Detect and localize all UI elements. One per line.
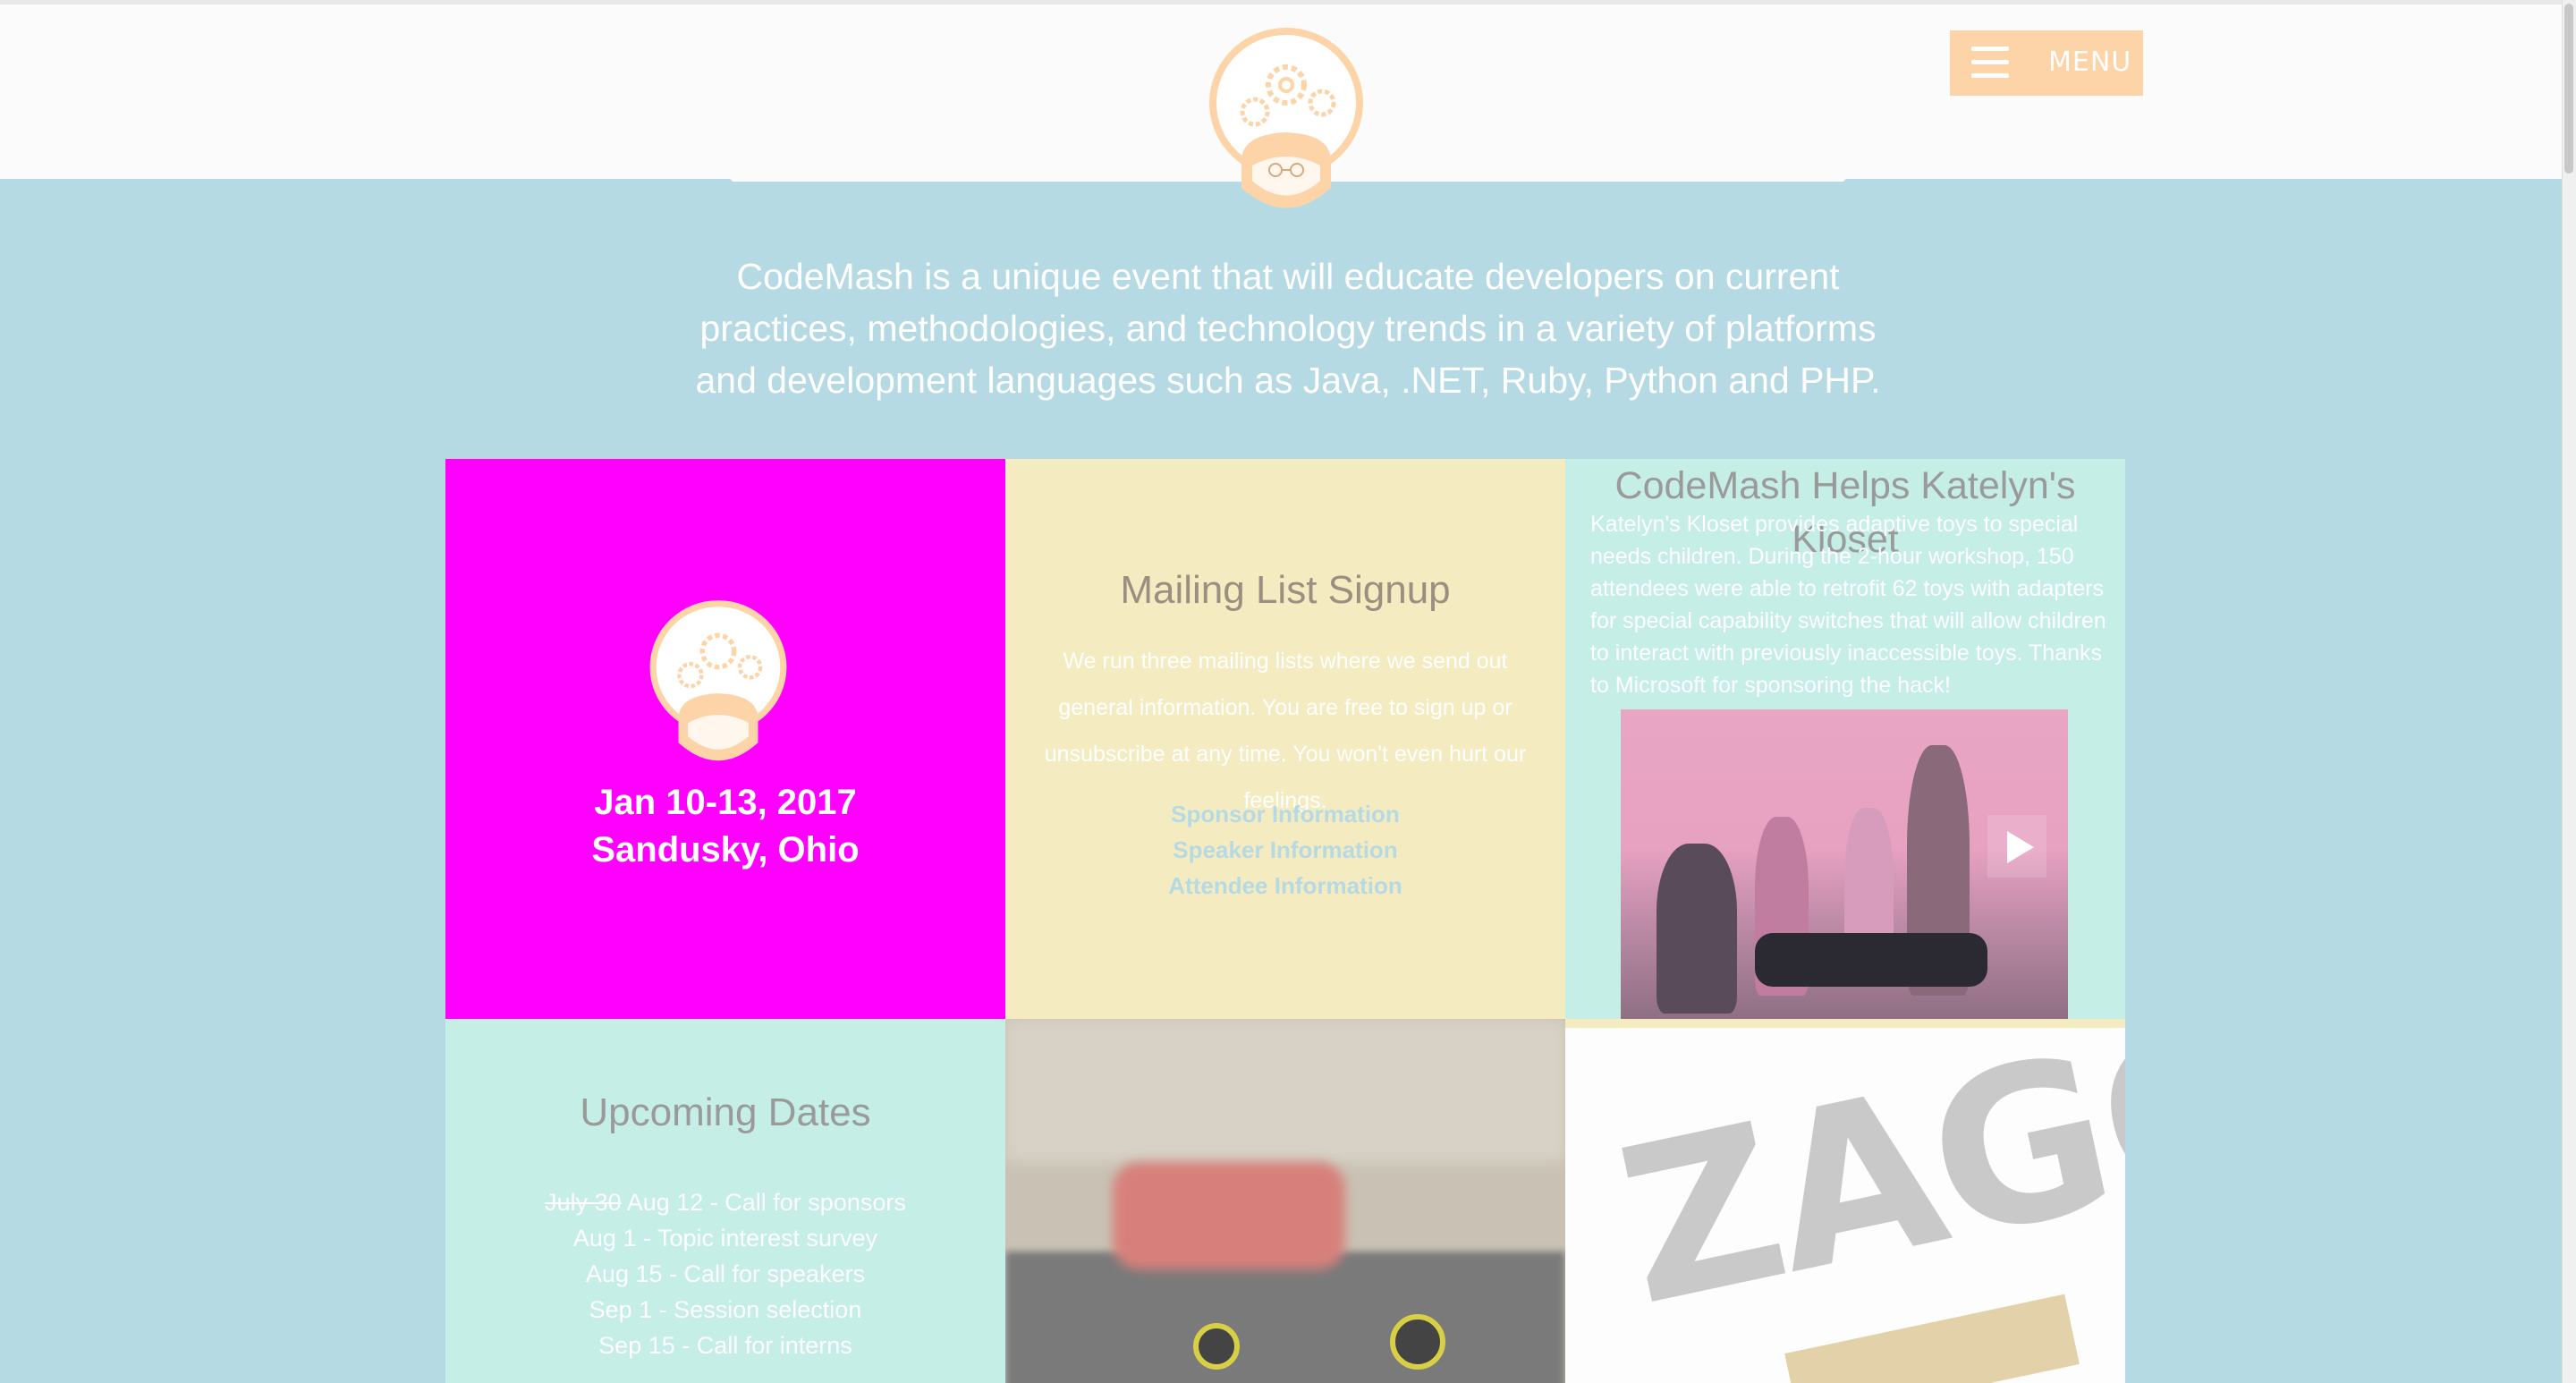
codemash-logo[interactable] <box>1206 27 1367 224</box>
menu-label: MENU <box>2048 47 2132 78</box>
upcoming-item: Sep 1 - Session selection <box>589 1296 862 1323</box>
scrollbar[interactable] <box>2562 0 2576 1383</box>
intro-text: CodeMash is a unique event that will edu… <box>695 256 1881 401</box>
speaker-info-link[interactable]: Speaker Information <box>1005 832 1565 868</box>
robot-wheel <box>1193 1323 1240 1370</box>
mailing-list-tile: Mailing List Signup We run three mailing… <box>1005 459 1565 1019</box>
attendee-info-link[interactable]: Attendee Information <box>1005 868 1565 904</box>
mailing-title: Mailing List Signup <box>1120 568 1451 612</box>
news-video[interactable] <box>1621 709 2068 1019</box>
upcoming-dates-tile: Upcoming Dates July 30 Aug 12 - Call for… <box>445 1019 1005 1383</box>
upcoming-item: Aug 1 - Topic interest survey <box>572 1225 878 1251</box>
scrollbar-thumb[interactable] <box>2564 4 2573 174</box>
news-bottom-bar <box>1565 1019 2125 1028</box>
upcoming-item: Sep 15 - Call for interns <box>598 1332 852 1359</box>
upcoming-list: July 30 Aug 12 - Call for sponsors Aug 1… <box>445 1184 1005 1363</box>
mailing-links: Sponsor Information Speaker Information … <box>1005 796 1565 904</box>
play-button[interactable] <box>1987 815 2046 878</box>
sponsor-tile[interactable]: ZAGG <box>1565 1028 2125 1383</box>
robot-wheel <box>1390 1314 1445 1370</box>
news-tile: CodeMash Helps Katelyn's Kloset Katelyn'… <box>1565 459 2125 1026</box>
upcoming-item: Aug 15 - Call for speakers <box>585 1260 866 1287</box>
hamburger-icon <box>1971 47 2009 79</box>
play-icon <box>2007 831 2034 863</box>
event-location: Sandusky, Ohio <box>591 830 860 870</box>
event-dates: Jan 10-13, 2017 <box>594 783 857 822</box>
upcoming-title: Upcoming Dates <box>580 1090 871 1134</box>
sponsor-info-link[interactable]: Sponsor Information <box>1005 796 1565 832</box>
menu-button[interactable]: MENU <box>1950 30 2143 96</box>
event-date-tile: Jan 10-13, 2017 Sandusky, Ohio <box>445 459 1005 1019</box>
news-text: Katelyn's Kloset provides adaptive toys … <box>1590 512 2106 698</box>
robot-photo-tile <box>1005 1019 1565 1383</box>
codemash-logo-small <box>649 600 787 761</box>
upcoming-item: July 30 Aug 12 - Call for sponsors <box>545 1189 906 1216</box>
